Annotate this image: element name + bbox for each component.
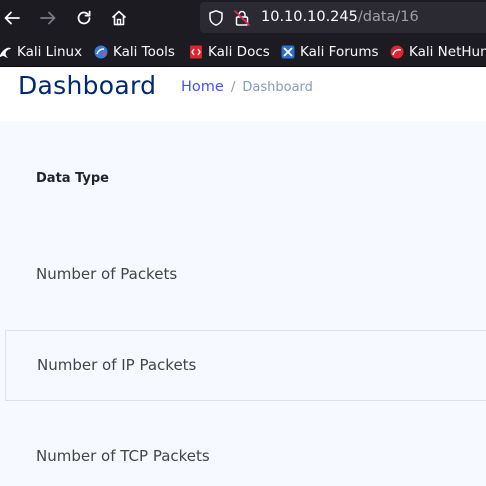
forward-icon (40, 11, 56, 25)
forward-button[interactable] (36, 6, 60, 30)
page-title: Dashboard (18, 71, 157, 100)
table-row: Number of Packets (5, 239, 486, 310)
bookmark-label: Kali Tools (113, 44, 175, 60)
bookmark-kali-tools[interactable]: Kali Tools (94, 43, 175, 61)
url-bar[interactable]: 10.10.10.245/data/16 (200, 2, 486, 33)
browser-toolbar: 10.10.10.245/data/16 (0, 0, 486, 36)
url-path: /data/16 (357, 9, 419, 25)
data-type-cell: Number of TCP Packets (36, 447, 210, 465)
table-row: Number of TCP Packets (5, 421, 486, 486)
bookmark-label: Kali NetHun (409, 44, 486, 60)
kali-tools-icon (94, 45, 108, 59)
data-type-cell: Number of Packets (36, 265, 178, 283)
kali-docs-icon (190, 45, 202, 59)
bookmark-kali-docs[interactable]: Kali Docs (189, 43, 270, 61)
bookmark-kali-nethunter[interactable]: Kali NetHun (390, 43, 486, 61)
insecure-lock-icon[interactable] (233, 9, 251, 27)
main-content: Data Type Number of Packets Number of IP… (0, 121, 486, 486)
url-host: 10.10.10.245 (261, 9, 358, 25)
home-button[interactable] (107, 6, 131, 30)
data-type-cell: Number of IP Packets (37, 356, 197, 374)
breadcrumb-separator: / (230, 79, 236, 95)
table-row: Number of IP Packets (5, 330, 486, 401)
breadcrumb: Home / Dashboard (181, 79, 313, 95)
url-text[interactable]: 10.10.10.245/data/16 (261, 7, 419, 27)
breadcrumb-current: Dashboard (242, 79, 313, 95)
home-icon (111, 10, 127, 26)
kali-dragon-icon (0, 47, 11, 58)
table-header-row: Data Type (5, 141, 486, 212)
kali-forums-icon (281, 45, 295, 59)
bookmarks-bar: Kali Linux Kali Tools Kali Docs Kali For… (0, 36, 486, 67)
reload-icon (77, 10, 91, 25)
back-button[interactable] (0, 6, 24, 30)
bookmark-label: Kali Docs (208, 44, 270, 60)
bookmark-label: Kali Forums (300, 44, 379, 60)
bookmark-label: Kali Linux (17, 44, 83, 60)
back-icon (4, 11, 20, 25)
kali-nethunter-icon (390, 45, 404, 59)
bookmark-kali-forums[interactable]: Kali Forums (281, 43, 379, 61)
breadcrumb-home-link[interactable]: Home (181, 79, 224, 95)
column-header-data-type: Data Type (36, 171, 109, 186)
page-header: Dashboard Home / Dashboard (0, 68, 486, 121)
shield-icon[interactable] (207, 9, 225, 27)
reload-button[interactable] (72, 6, 96, 30)
bookmark-kali-linux[interactable]: Kali Linux (0, 43, 82, 61)
